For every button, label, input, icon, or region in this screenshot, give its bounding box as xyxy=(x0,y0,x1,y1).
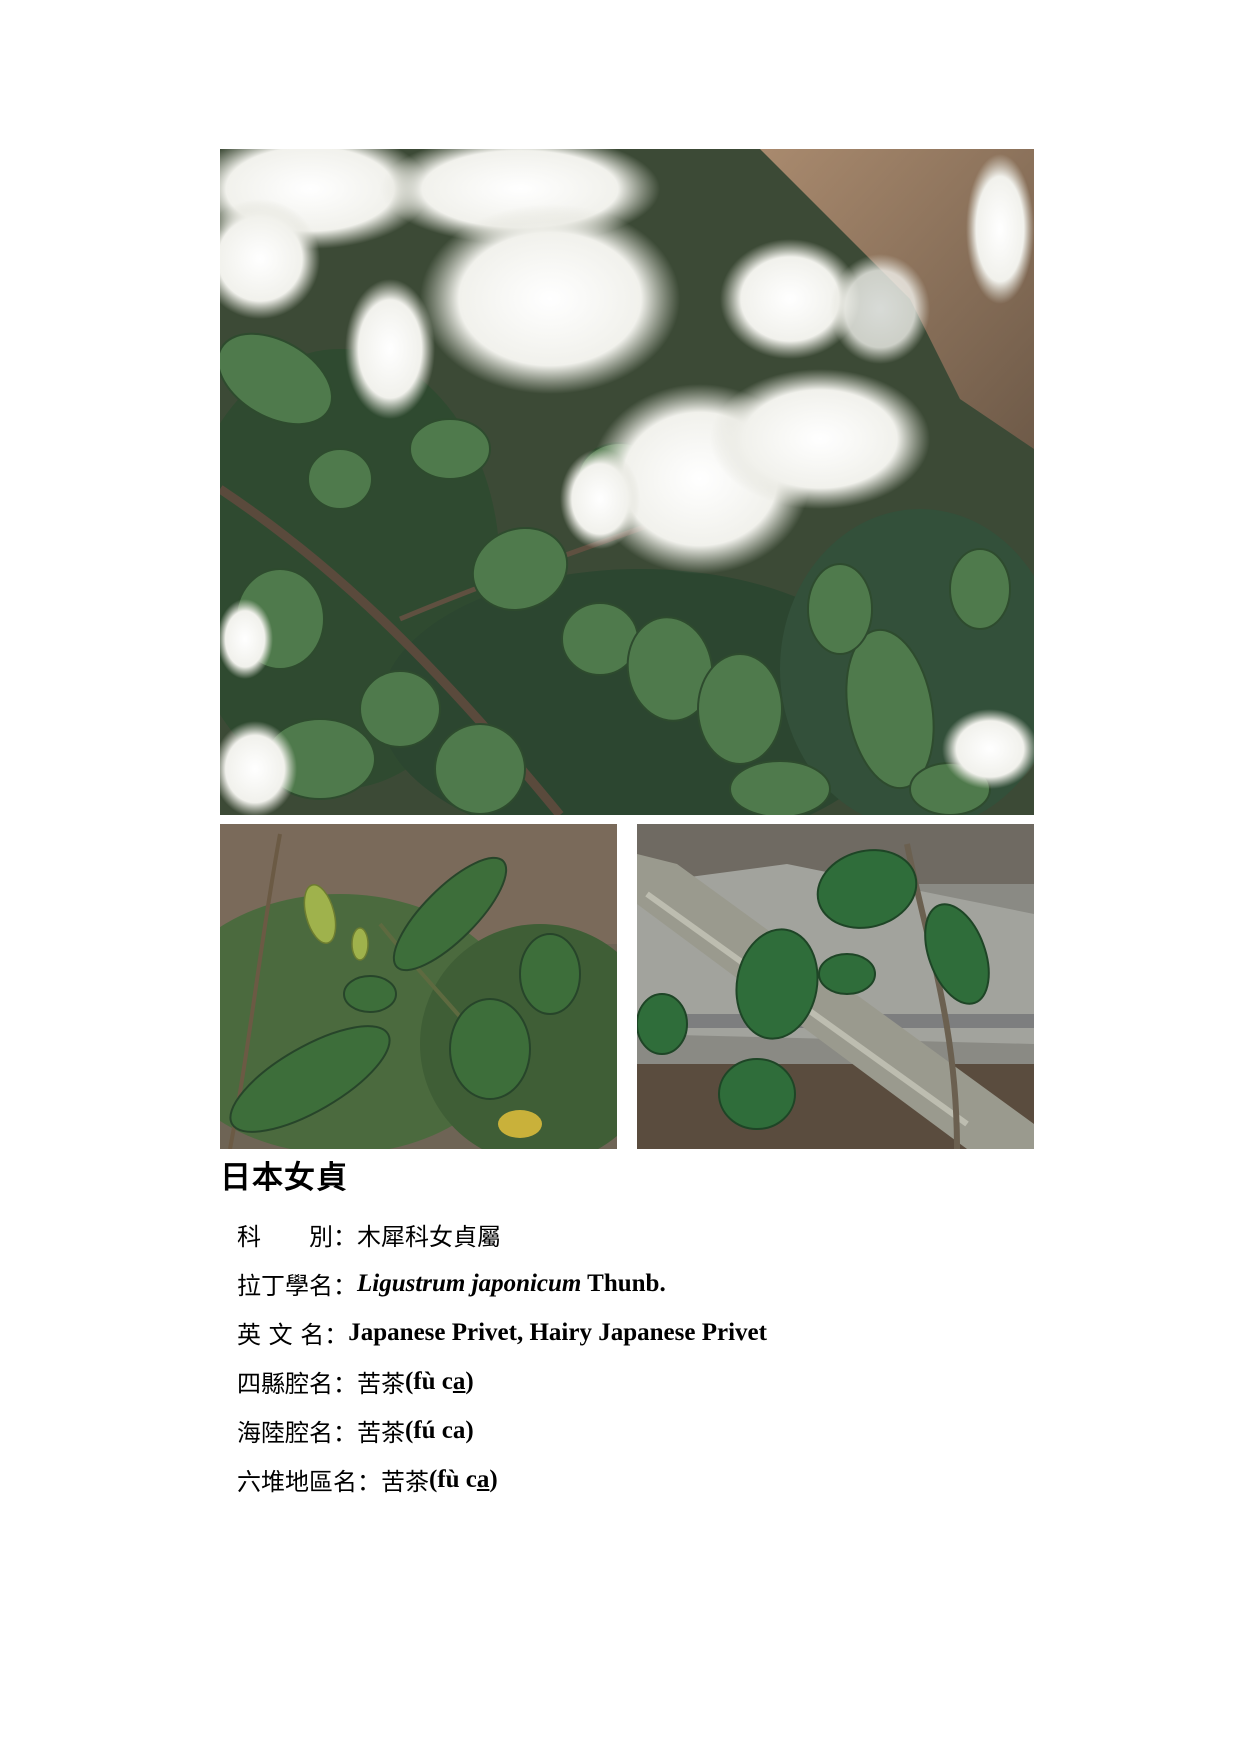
latin-name-genus-species: Ligustrum japonicum xyxy=(357,1269,582,1297)
family-label: 科 別 xyxy=(237,1223,333,1251)
latin-name-label: 拉丁學名 xyxy=(237,1272,333,1300)
main-flower-photo xyxy=(220,149,1034,815)
hailu-name-row: 海陸腔名：苦茶 (fú ca) xyxy=(237,1406,767,1455)
sixian-name-row: 四縣腔名：苦茶 (fù c a) xyxy=(237,1357,767,1406)
latin-name-row: 拉丁學名： Ligustrum japonicum Thunb. xyxy=(237,1259,767,1308)
sixian-romanization-underlined: a xyxy=(452,1367,466,1395)
family-colon: ： xyxy=(333,1223,357,1251)
hailu-name-value: 苦茶 xyxy=(357,1419,405,1447)
hailu-name-colon: ： xyxy=(333,1419,357,1447)
hailu-romanization: (fú ca) xyxy=(405,1416,474,1444)
hailu-name-label: 海陸腔名 xyxy=(237,1419,333,1447)
sixian-name-value: 苦茶 xyxy=(357,1370,405,1398)
english-name-row: 英 文 名： Japanese Privet, Hairy Japanese Pr… xyxy=(237,1308,767,1357)
latin-name-colon: ： xyxy=(333,1272,357,1300)
family-row: 科 別：木犀科女貞屬 xyxy=(237,1210,767,1259)
liudui-romanization-underlined: a xyxy=(476,1465,490,1493)
liudui-name-colon: ： xyxy=(357,1468,381,1496)
liudui-name-label: 六堆地區名 xyxy=(237,1468,357,1496)
liudui-romanization-a: (fù c xyxy=(429,1465,477,1493)
liudui-name-value: 苦茶 xyxy=(381,1468,429,1496)
leaf-photo-left xyxy=(220,824,617,1149)
liudui-name-row: 六堆地區名：苦茶 (fù c a) xyxy=(237,1455,767,1504)
english-name-colon: ： xyxy=(324,1321,349,1349)
plant-info-list: 科 別：木犀科女貞屬 拉丁學名： Ligustrum japonicum Thun… xyxy=(237,1210,767,1504)
plant-title: 日本女貞 xyxy=(220,1160,348,1196)
sixian-name-colon: ： xyxy=(333,1370,357,1398)
latin-name-authority: Thunb. xyxy=(581,1269,666,1297)
english-name-label: 英 文 名 xyxy=(237,1321,325,1349)
liudui-romanization-b: ) xyxy=(489,1465,498,1493)
sixian-romanization-b: ) xyxy=(465,1367,474,1395)
sixian-romanization-a: (fù c xyxy=(405,1367,453,1395)
family-value: 木犀科女貞屬 xyxy=(357,1223,501,1251)
sixian-name-label: 四縣腔名 xyxy=(237,1370,333,1398)
branch-photo-right xyxy=(637,824,1034,1149)
english-name-value: Japanese Privet, Hairy Japanese Privet xyxy=(348,1318,767,1346)
